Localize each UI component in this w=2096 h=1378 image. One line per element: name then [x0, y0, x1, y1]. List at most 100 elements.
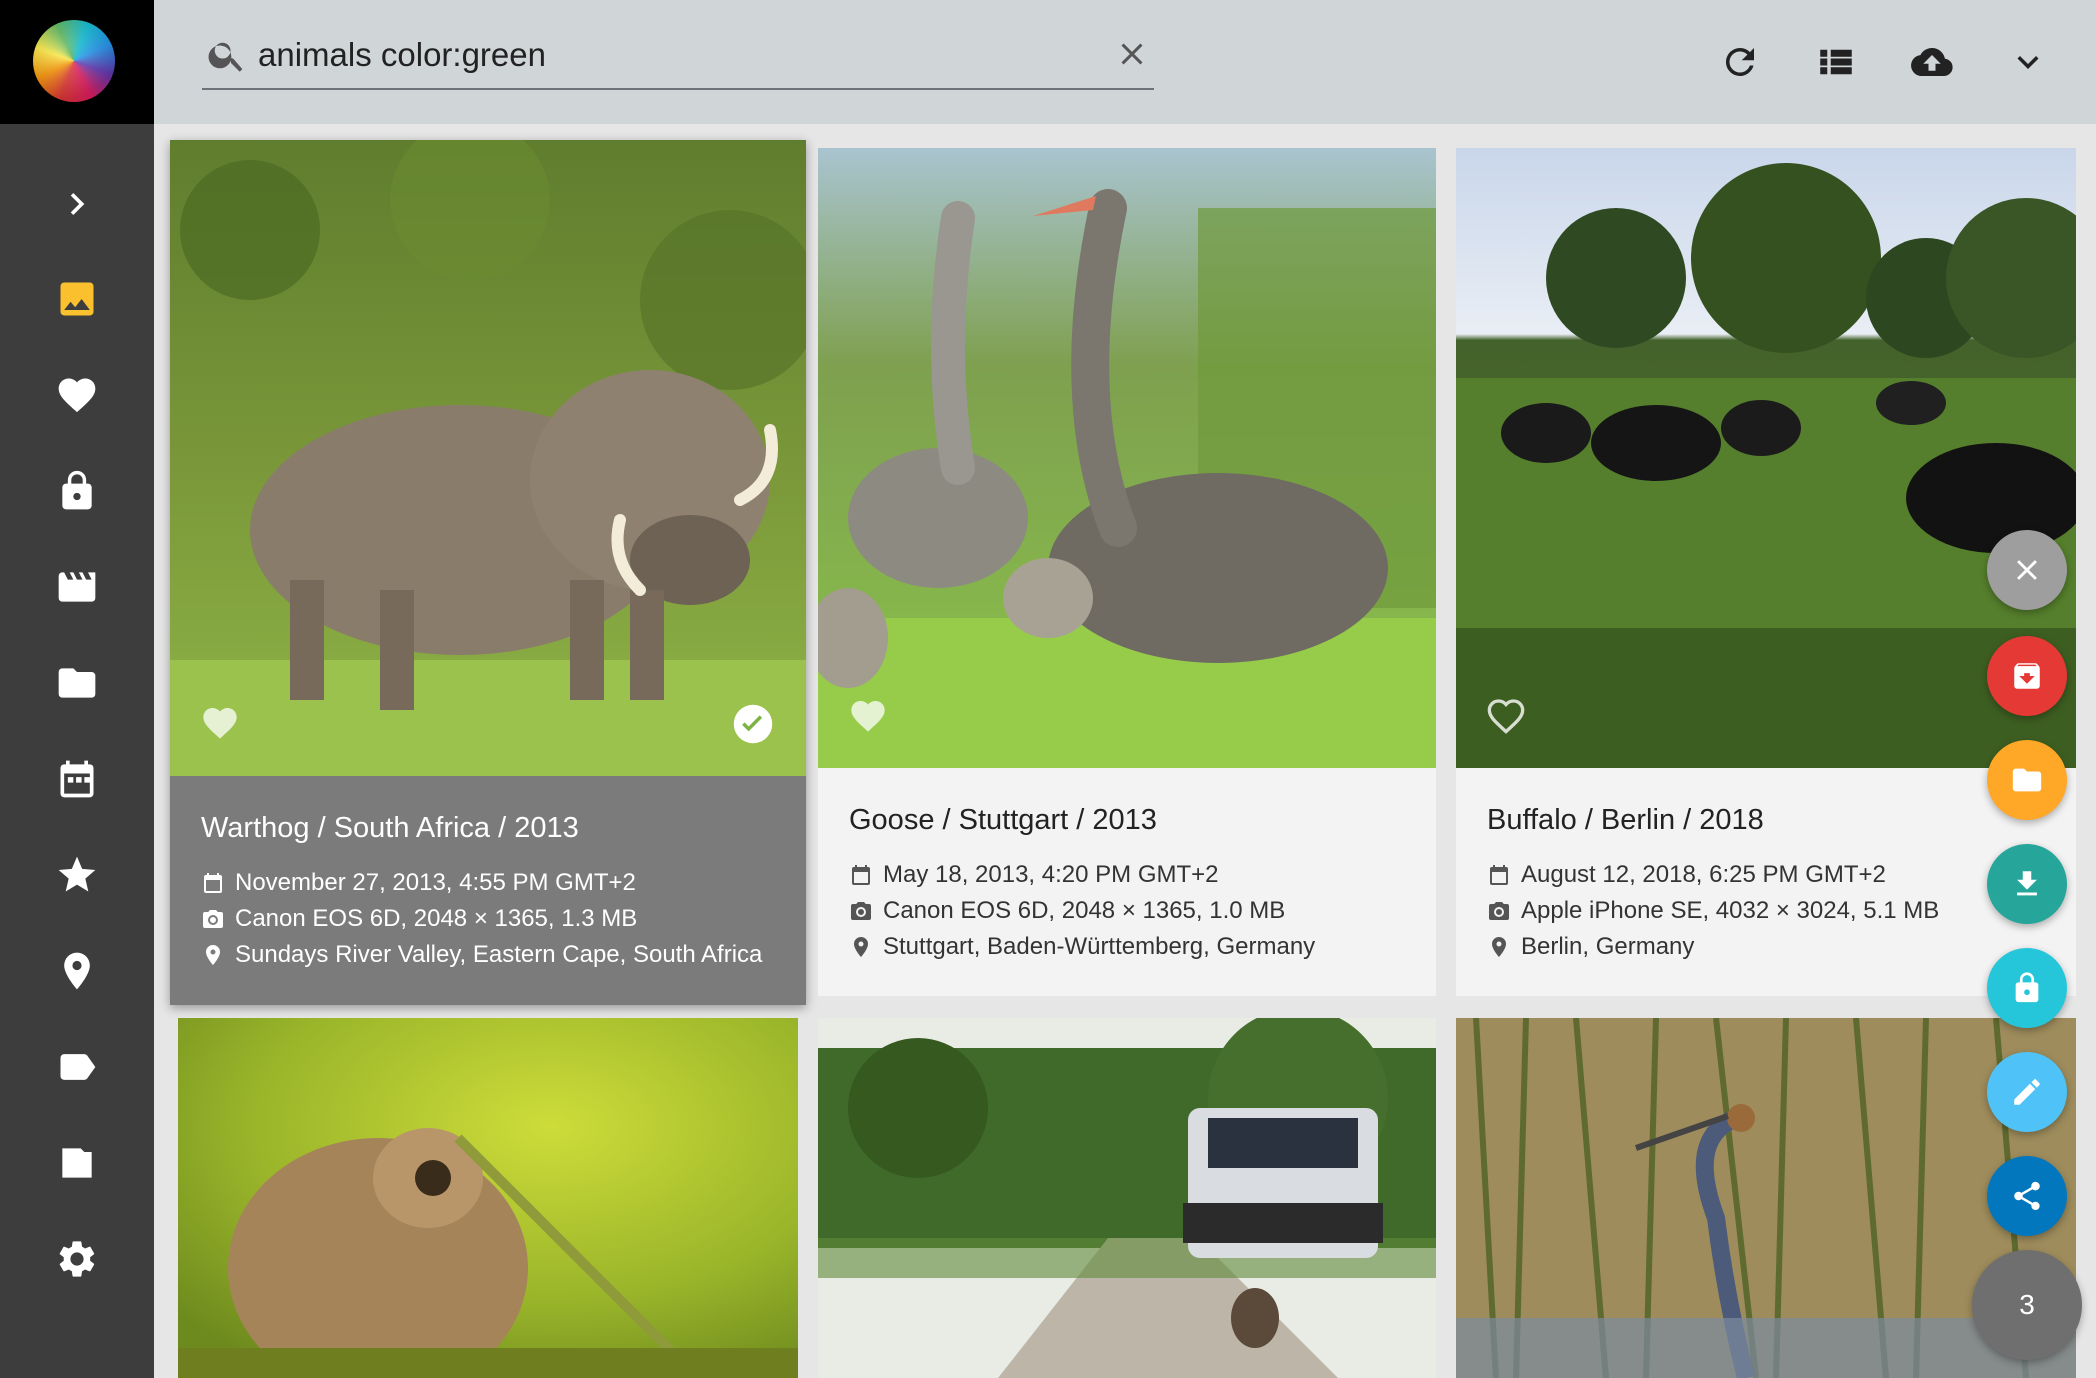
- clear-selection-button[interactable]: [1987, 530, 2067, 610]
- add-to-album-button[interactable]: [1987, 740, 2067, 820]
- list-view-button[interactable]: [1808, 34, 1864, 90]
- gear-icon: [59, 1241, 95, 1277]
- sidebar-item-photos[interactable]: [0, 259, 154, 339]
- calendar-icon: [1490, 865, 1508, 885]
- search-input[interactable]: [258, 30, 1058, 80]
- star-icon: [58, 856, 96, 892]
- photo-card-chameleon[interactable]: [178, 1018, 798, 1378]
- photo-date: May 18, 2013, 4:20 PM GMT+2: [849, 861, 1219, 889]
- sidebar-item-places[interactable]: [0, 931, 154, 1011]
- photo-camera: Apple iPhone SE, 4032 × 3024, 5.1 MB: [1487, 897, 1939, 925]
- list-view-icon: [1820, 49, 1852, 75]
- sidebar-expand-button[interactable]: [0, 164, 154, 244]
- photo-thumbnail[interactable]: [170, 140, 806, 776]
- image-icon: [60, 282, 94, 316]
- download-icon: [2017, 871, 2037, 896]
- edit-icon: [2014, 1079, 2040, 1105]
- camera-icon: [851, 902, 871, 920]
- edit-button[interactable]: [1987, 1052, 2067, 1132]
- folder-icon: [58, 668, 96, 698]
- photo-location: Berlin, Germany: [1487, 933, 1694, 961]
- selected-check-icon[interactable]: [732, 703, 774, 745]
- clear-search-icon[interactable]: [1114, 36, 1150, 72]
- refresh-button[interactable]: [1712, 34, 1768, 90]
- upload-icon: [1911, 48, 1953, 76]
- photo-camera: Canon EOS 6D, 2048 × 1365, 1.3 MB: [201, 905, 637, 933]
- library-icon: [62, 1148, 92, 1178]
- calendar-icon: [852, 865, 870, 885]
- lock-icon: [2015, 972, 2039, 1003]
- calendar-icon: [60, 760, 94, 798]
- photo-camera-text: Canon EOS 6D, 2048 × 1365, 1.3 MB: [235, 905, 638, 932]
- photo-card-car[interactable]: [818, 1018, 1436, 1378]
- sidebar-item-moments[interactable]: [0, 835, 154, 915]
- close-icon: [2017, 560, 2037, 580]
- calendar-icon: [204, 873, 222, 893]
- selection-count-button[interactable]: 3: [1972, 1250, 2082, 1360]
- sidebar-item-labels[interactable]: [0, 1027, 154, 1107]
- photo-camera: Canon EOS 6D, 2048 × 1365, 1.0 MB: [849, 897, 1285, 925]
- photo-card-goose[interactable]: Goose / Stuttgart / 2013 May 18, 2013, 4…: [818, 148, 1436, 996]
- photo-thumbnail[interactable]: [1456, 148, 2076, 768]
- photo-location: Sundays River Valley, Eastern Cape, Sout…: [201, 941, 762, 969]
- place-icon: [206, 945, 220, 965]
- favorite-heart-icon[interactable]: [846, 696, 890, 736]
- camera-icon: [1489, 902, 1509, 920]
- folder-icon: [2012, 768, 2042, 792]
- refresh-icon: [1725, 47, 1754, 76]
- logo-area[interactable]: [0, 0, 154, 124]
- sidebar-item-calendar[interactable]: [0, 739, 154, 819]
- lock-icon: [62, 470, 92, 510]
- sidebar-item-library[interactable]: [0, 1123, 154, 1203]
- sidebar-item-private[interactable]: [0, 451, 154, 531]
- photo-camera-text: Apple iPhone SE, 4032 × 3024, 5.1 MB: [1521, 897, 1940, 924]
- photo-title[interactable]: Goose / Stuttgart / 2013: [849, 804, 1157, 837]
- private-button[interactable]: [1987, 948, 2067, 1028]
- photo-thumbnail[interactable]: [178, 1018, 798, 1378]
- chevron-right-icon: [70, 193, 85, 215]
- photo-thumbnail[interactable]: [818, 1018, 1436, 1378]
- photo-card-warthog[interactable]: Warthog / South Africa / 2013 November 2…: [170, 140, 806, 1005]
- chevron-down-icon: [2017, 56, 2039, 69]
- sidebar-item-videos[interactable]: [0, 547, 154, 627]
- place-icon: [64, 952, 90, 990]
- photo-date-text: May 18, 2013, 4:20 PM GMT+2: [883, 861, 1219, 888]
- photo-location: Stuttgart, Baden-Württemberg, Germany: [849, 933, 1315, 961]
- photo-location-text[interactable]: Stuttgart, Baden-Württemberg, Germany: [883, 933, 1315, 961]
- share-icon: [2014, 1181, 2040, 1211]
- sidebar-item-favorites[interactable]: [0, 355, 154, 435]
- sidebar-item-settings[interactable]: [0, 1219, 154, 1299]
- photo-date: November 27, 2013, 4:55 PM GMT+2: [201, 869, 636, 897]
- photo-date-text: November 27, 2013, 4:55 PM GMT+2: [235, 869, 636, 896]
- photo-card-buffalo[interactable]: Buffalo / Berlin / 2018 August 12, 2018,…: [1456, 148, 2076, 996]
- photo-title[interactable]: Buffalo / Berlin / 2018: [1487, 804, 1764, 837]
- camera-icon: [203, 910, 223, 928]
- archive-icon: [2014, 663, 2040, 689]
- photo-location-text[interactable]: Sundays River Valley, Eastern Cape, Sout…: [235, 941, 762, 969]
- sidebar-item-folders[interactable]: [0, 643, 154, 723]
- photo-date-text: August 12, 2018, 6:25 PM GMT+2: [1521, 861, 1886, 888]
- movie-icon: [58, 572, 96, 602]
- download-button[interactable]: [1987, 844, 2067, 924]
- photo-camera-text: Canon EOS 6D, 2048 × 1365, 1.0 MB: [883, 897, 1286, 924]
- archive-button[interactable]: [1987, 636, 2067, 716]
- selection-count: 3: [2019, 1289, 2035, 1320]
- photo-location-text[interactable]: Berlin, Germany: [1521, 933, 1694, 961]
- sidebar: [0, 0, 154, 1378]
- heart-icon: [58, 378, 96, 413]
- photo-date: August 12, 2018, 6:25 PM GMT+2: [1487, 861, 1886, 889]
- photo-title[interactable]: Warthog / South Africa / 2013: [201, 812, 579, 845]
- place-icon: [1492, 937, 1506, 957]
- favorite-heart-icon[interactable]: [198, 703, 242, 743]
- label-icon: [60, 1054, 96, 1080]
- upload-button[interactable]: [1904, 34, 1960, 90]
- place-icon: [854, 937, 868, 957]
- app-logo[interactable]: [33, 20, 115, 102]
- search-icon[interactable]: [206, 34, 248, 76]
- photo-thumbnail[interactable]: [818, 148, 1436, 768]
- search-bar: [202, 26, 1154, 90]
- favorite-heart-icon[interactable]: [1484, 696, 1528, 736]
- top-toolbar: [154, 0, 2096, 124]
- share-button[interactable]: [1987, 1156, 2067, 1236]
- expand-toolbar-button[interactable]: [2000, 34, 2056, 90]
